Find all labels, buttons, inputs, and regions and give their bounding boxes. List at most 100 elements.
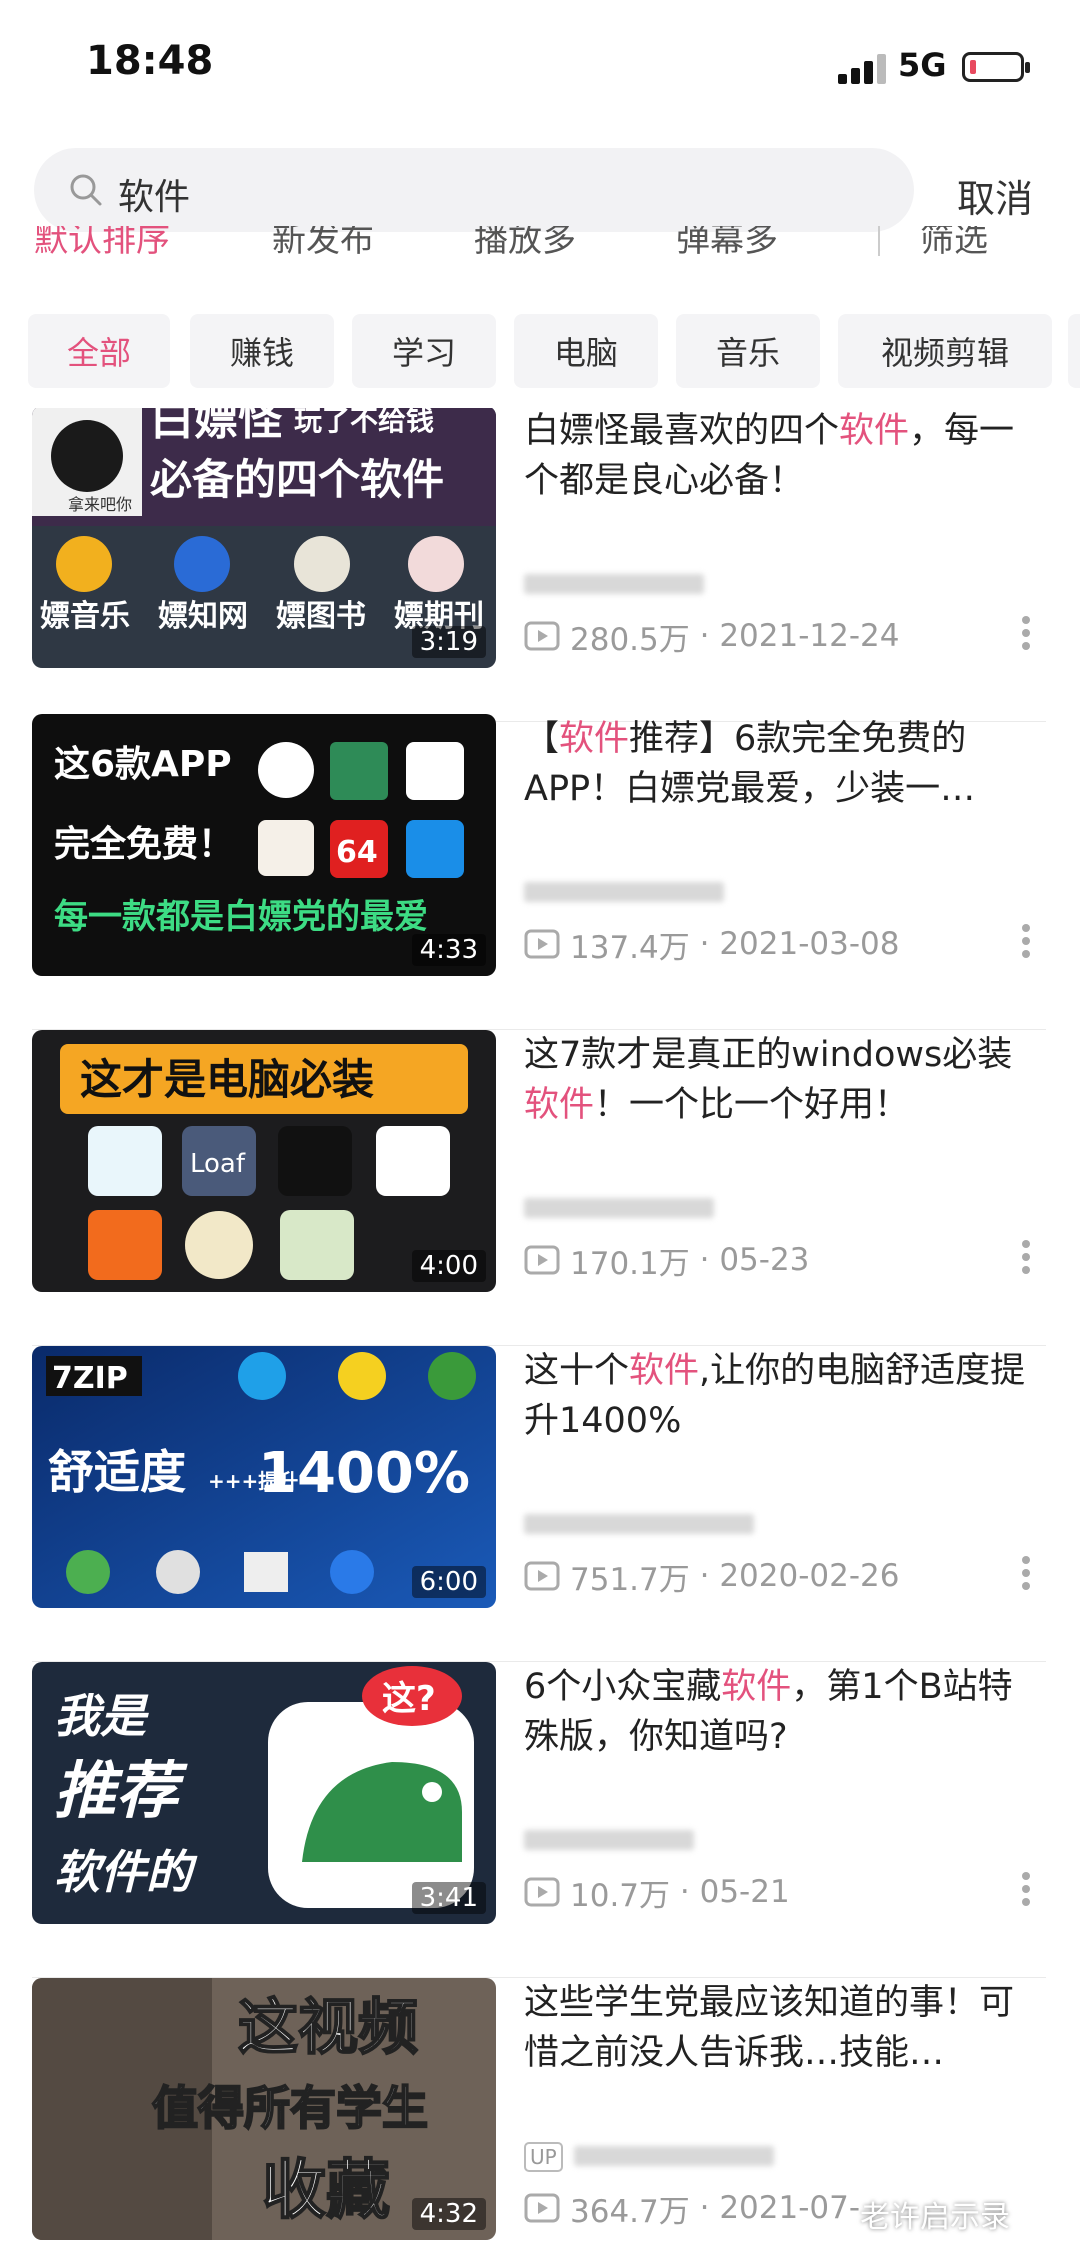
view-count: 10.7万: [570, 1877, 671, 1914]
svg-text:值得所有学生: 值得所有学生: [152, 2081, 428, 2135]
search-input[interactable]: 软件: [34, 148, 914, 232]
svg-text:这视频: 这视频: [238, 1993, 418, 2063]
thumb-text-1: 白嫖怪: [150, 408, 283, 445]
svg-text:软件的: 软件的: [54, 1845, 198, 1899]
video-duration: 3:19: [411, 626, 486, 658]
tab-study[interactable]: 学习: [352, 314, 496, 388]
list-item[interactable]: 拿来吧你 白嫖怪 玩了不给钱 必备的四个软件 嫖音乐 嫖知网 嫖图书 嫖期刊 3…: [0, 408, 1080, 722]
play-count-icon: [524, 929, 560, 959]
svg-text:这才是电脑必装: 这才是电脑必装: [80, 1055, 374, 1104]
list-item[interactable]: 我是 推荐 软件的 这? 3:41 6个小众宝藏软件，第1个B站特殊版，你知道吗…: [0, 1662, 1080, 1978]
uploader-name[interactable]: [524, 878, 744, 908]
more-icon[interactable]: [1020, 1556, 1032, 1596]
sort-options: 默认排序 新发布 播放多 弹幕多 筛选: [0, 226, 1080, 270]
signal-icon: [838, 52, 888, 84]
play-count-icon: [524, 1245, 560, 1275]
network-type: 5G: [898, 46, 947, 84]
svg-text:收藏: 收藏: [262, 2154, 390, 2228]
tab-music[interactable]: 音乐: [676, 314, 820, 388]
sort-default[interactable]: 默认排序: [34, 226, 170, 261]
more-icon[interactable]: [1020, 616, 1032, 656]
video-title[interactable]: 白嫖怪最喜欢的四个软件，每一个都是良心必备！: [524, 408, 1044, 506]
tab-all[interactable]: 全部: [28, 314, 170, 388]
video-meta: 364.7万 · 2021-07-: [524, 2186, 860, 2230]
video-title[interactable]: 这十个软件,让你的电脑舒适度提升1400%: [524, 1346, 1044, 1446]
uploader-name[interactable]: [524, 1826, 744, 1856]
sort-most-danmaku[interactable]: 弹幕多: [676, 226, 778, 261]
video-list: 拿来吧你 白嫖怪 玩了不给钱 必备的四个软件 嫖音乐 嫖知网 嫖图书 嫖期刊 3…: [0, 408, 1080, 2257]
uploader-name[interactable]: [524, 570, 744, 600]
video-duration: 4:00: [411, 1250, 486, 1282]
video-title[interactable]: 6个小众宝藏软件，第1个B站特殊版，你知道吗?: [524, 1662, 1044, 1762]
upload-date: 05-23: [719, 1242, 810, 1278]
watermark-text: 老许启示录: [860, 2200, 1010, 2235]
play-count-icon: [524, 1877, 560, 1907]
svg-text:1400%: 1400%: [258, 1441, 470, 1506]
video-thumbnail[interactable]: 我是 推荐 软件的 这? 3:41: [32, 1662, 496, 1924]
list-item[interactable]: 7ZIP 舒适度 +++提升 1400% 6:00 这十个软件,让你的电脑舒适度…: [0, 1346, 1080, 1662]
play-count-icon: [524, 2193, 560, 2223]
tab-earn-money[interactable]: 赚钱: [190, 314, 334, 388]
video-meta: 10.7万 · 05-21: [524, 1870, 790, 1914]
video-title[interactable]: 这7款才是真正的windows必装软件！一个比一个好用！: [524, 1030, 1044, 1130]
video-thumbnail[interactable]: 拿来吧你 白嫖怪 玩了不给钱 必备的四个软件 嫖音乐 嫖知网 嫖图书 嫖期刊 3…: [32, 408, 496, 668]
upload-date: 2021-03-08: [719, 926, 900, 962]
list-item[interactable]: 这6款APP 完全免费！ 每一款都是白嫖党的最爱 64 4:33 【软件推荐】6…: [0, 714, 1080, 1030]
search-results-page: 18:48 5G 软件 取消 默认排序 新发布 播放多 弹幕多 筛选 全部 赚钱…: [0, 0, 1080, 2257]
up-badge: UP: [524, 2142, 563, 2172]
sort-newest[interactable]: 新发布: [272, 226, 374, 261]
tab-video-editing[interactable]: 视频剪辑: [838, 314, 1052, 388]
video-duration: 3:41: [411, 1882, 486, 1914]
svg-text:7ZIP: 7ZIP: [52, 1361, 128, 1396]
category-tabs: 全部 赚钱 学习 电脑 音乐 视频剪辑: [0, 314, 1080, 390]
svg-text:嫖知网: 嫖知网: [158, 599, 248, 634]
uploader-name[interactable]: [524, 1510, 754, 1540]
thumb-text-2: 玩了不给钱: [294, 408, 434, 437]
video-duration: 6:00: [411, 1566, 486, 1598]
video-title[interactable]: 这些学生党最应该知道的事！可惜之前没人告诉我…技能…: [524, 1978, 1044, 2078]
uploader-name[interactable]: [524, 1194, 744, 1224]
video-title[interactable]: 【软件推荐】6款完全免费的APP！白嫖党最爱，少装一…: [524, 714, 1044, 814]
view-count: 751.7万: [570, 1561, 690, 1598]
sort-filter[interactable]: 筛选: [920, 226, 988, 261]
video-thumbnail[interactable]: 这6款APP 完全免费！ 每一款都是白嫖党的最爱 64 4:33: [32, 714, 496, 976]
more-icon[interactable]: [1020, 924, 1032, 964]
view-count: 170.1万: [570, 1245, 690, 1282]
view-count: 137.4万: [570, 929, 690, 966]
video-meta: 280.5万 · 2021-12-24: [524, 614, 899, 658]
thumb-text-3: 必备的四个软件: [150, 455, 444, 504]
svg-text:我是: 我是: [54, 1689, 149, 1743]
video-meta: 751.7万 · 2020-02-26: [524, 1554, 899, 1598]
more-icon[interactable]: [1020, 1872, 1032, 1912]
cancel-button[interactable]: 取消: [957, 168, 1033, 223]
svg-text:嫖音乐: 嫖音乐: [40, 599, 130, 634]
video-thumbnail[interactable]: 这才是电脑必装 Loaf 4:00: [32, 1030, 496, 1292]
view-count: 280.5万: [570, 621, 690, 658]
status-time: 18:48: [86, 38, 214, 84]
sort-divider: [878, 226, 880, 256]
svg-text:舒适度: 舒适度: [48, 1445, 186, 1499]
tab-computer[interactable]: 电脑: [514, 314, 658, 388]
video-thumbnail[interactable]: 7ZIP 舒适度 +++提升 1400% 6:00: [32, 1346, 496, 1608]
video-meta: 137.4万 · 2021-03-08: [524, 922, 899, 966]
uploader-name[interactable]: UP: [524, 2142, 774, 2172]
svg-text:Loaf: Loaf: [190, 1149, 246, 1179]
svg-text:64: 64: [336, 835, 378, 870]
sort-most-played[interactable]: 播放多: [474, 226, 576, 261]
tab-more[interactable]: [1068, 314, 1080, 388]
battery-icon: [962, 52, 1030, 82]
more-icon[interactable]: [1020, 1240, 1032, 1280]
svg-text:这?: 这?: [382, 1679, 436, 1719]
video-thumbnail[interactable]: 这视频 值得所有学生 收藏 4:32: [32, 1978, 496, 2240]
video-meta: 170.1万 · 05-23: [524, 1238, 809, 1282]
list-item[interactable]: 这才是电脑必装 Loaf 4:00 这7款才是真正的windows必装软件！一个…: [0, 1030, 1080, 1346]
video-duration: 4:32: [411, 2198, 486, 2230]
upload-date: 2021-07-: [719, 2190, 861, 2226]
view-count: 364.7万: [570, 2193, 690, 2230]
svg-text:拿来吧你: 拿来吧你: [68, 495, 132, 514]
svg-text:这6款APP: 这6款APP: [54, 744, 232, 785]
svg-text:推荐: 推荐: [54, 1754, 188, 1827]
svg-text:每一款都是白嫖党的最爱: 每一款都是白嫖党的最爱: [54, 897, 428, 937]
search-query: 软件: [118, 177, 191, 218]
search-icon: [70, 174, 102, 206]
